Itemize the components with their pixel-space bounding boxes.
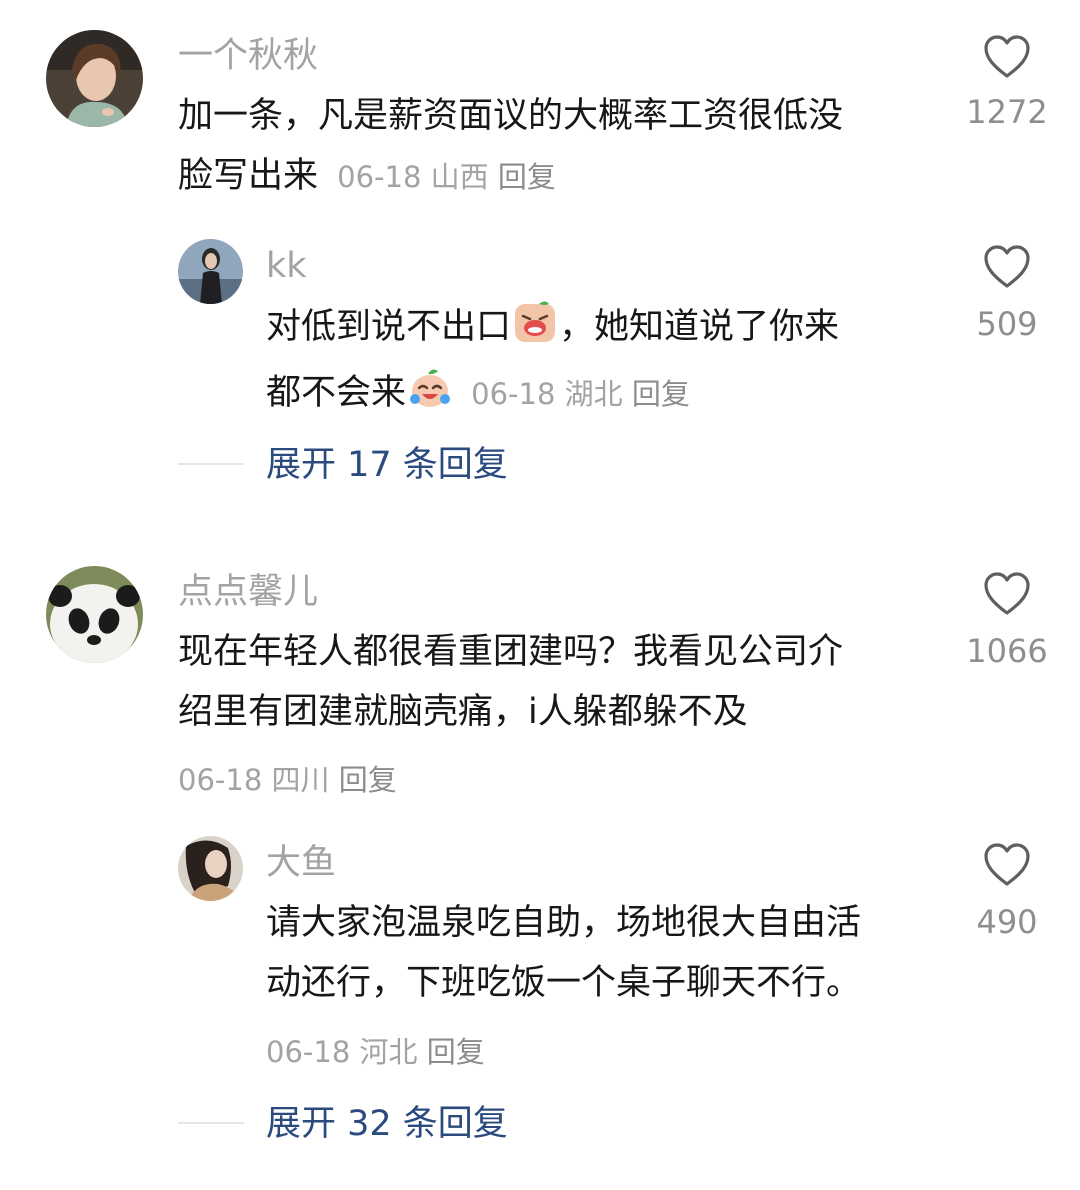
heart-icon bbox=[984, 35, 1030, 78]
comment-text-line: 动还行，下班吃饭一个桌子聊天不行。 bbox=[266, 963, 862, 1003]
like-button[interactable]: 1272 bbox=[947, 34, 1067, 132]
reply-button[interactable]: 回复 bbox=[427, 1035, 485, 1069]
comment-text-line: 请大家泡温泉吃自助，场地很大自由活 bbox=[266, 903, 862, 943]
comment-text-line: 绍里有团建就脑壳痛，i人躲都躲不及 bbox=[178, 692, 748, 732]
expand-replies-button[interactable]: 展开 17 条回复 bbox=[266, 445, 508, 485]
comment-meta: 06-18 四川 回复 bbox=[178, 757, 397, 799]
expand-divider bbox=[178, 463, 244, 465]
username[interactable]: 一个秋秋 bbox=[178, 36, 318, 76]
avatar[interactable] bbox=[178, 239, 243, 304]
comment-text: 现在年轻人都很看重团建吗？我看见公司介 绍里有团建就脑壳痛，i人躲都躲不及 bbox=[178, 622, 938, 742]
username[interactable]: 点点馨儿 bbox=[178, 572, 318, 612]
reply-button[interactable]: 回复 bbox=[498, 160, 556, 194]
comment-location: 山西 bbox=[430, 160, 489, 194]
laughing-tears-emoji-icon bbox=[408, 366, 452, 429]
comment-date: 06-18 bbox=[471, 377, 556, 411]
comment-text: 对低到说不出口 ，她知道说了你来 都不会来 06-18 湖北 回复 bbox=[266, 297, 946, 429]
comment-meta: 06-18 河北 回复 bbox=[266, 1029, 485, 1071]
comment-text-line: 加一条，凡是薪资面议的大概率工资很低没 bbox=[178, 96, 844, 136]
comment-location: 湖北 bbox=[564, 377, 623, 411]
like-button[interactable]: 1066 bbox=[947, 571, 1067, 671]
comment-text-part: ，她知道说了你来 bbox=[559, 307, 840, 347]
username[interactable]: 大鱼 bbox=[266, 843, 336, 883]
comment-date: 06-18 bbox=[266, 1035, 351, 1069]
like-count: 1272 bbox=[966, 93, 1048, 131]
like-count: 509 bbox=[976, 305, 1038, 343]
like-count: 490 bbox=[976, 903, 1038, 941]
comment-text: 请大家泡温泉吃自助，场地很大自由活 动还行，下班吃饭一个桌子聊天不行。 bbox=[266, 893, 946, 1013]
comment-text-line: 都不会来 06-18 湖北 回复 bbox=[266, 363, 946, 429]
avatar[interactable] bbox=[46, 566, 143, 663]
username[interactable]: kk bbox=[266, 246, 307, 286]
comment-text: 加一条，凡是薪资面议的大概率工资很低没 脸写出来 06-18 山西 回复 bbox=[178, 86, 938, 207]
expand-replies-button[interactable]: 展开 32 条回复 bbox=[266, 1104, 508, 1144]
comment-text-tail: 脸写出来 bbox=[178, 156, 319, 196]
heart-icon bbox=[984, 572, 1030, 615]
avatar[interactable] bbox=[46, 30, 143, 127]
reply-button[interactable]: 回复 bbox=[339, 763, 397, 797]
comment-location: 河北 bbox=[359, 1035, 418, 1069]
comment-date: 06-18 bbox=[337, 160, 422, 194]
expand-divider bbox=[178, 1122, 244, 1124]
comment-text-line: 对低到说不出口 ，她知道说了你来 bbox=[266, 297, 946, 363]
like-button[interactable]: 509 bbox=[947, 244, 1067, 344]
heart-icon bbox=[984, 843, 1030, 886]
like-count: 1066 bbox=[966, 632, 1048, 670]
comment-text-line: 脸写出来 06-18 山西 回复 bbox=[178, 146, 938, 207]
comment-date: 06-18 bbox=[178, 763, 263, 797]
crying-face-emoji-icon bbox=[513, 300, 557, 363]
comment-meta: 06-18 湖北 回复 bbox=[471, 377, 690, 411]
comment-text-tail: 都不会来 bbox=[266, 373, 407, 413]
comment-location: 四川 bbox=[271, 763, 330, 797]
avatar[interactable] bbox=[178, 836, 243, 901]
like-button[interactable]: 490 bbox=[947, 842, 1067, 942]
comment-text-part: 对低到说不出口 bbox=[266, 307, 512, 347]
comment-text-line: 现在年轻人都很看重团建吗？我看见公司介 bbox=[178, 632, 844, 672]
comment-meta: 06-18 山西 回复 bbox=[337, 160, 556, 194]
reply-button[interactable]: 回复 bbox=[632, 377, 690, 411]
heart-icon bbox=[984, 245, 1030, 288]
